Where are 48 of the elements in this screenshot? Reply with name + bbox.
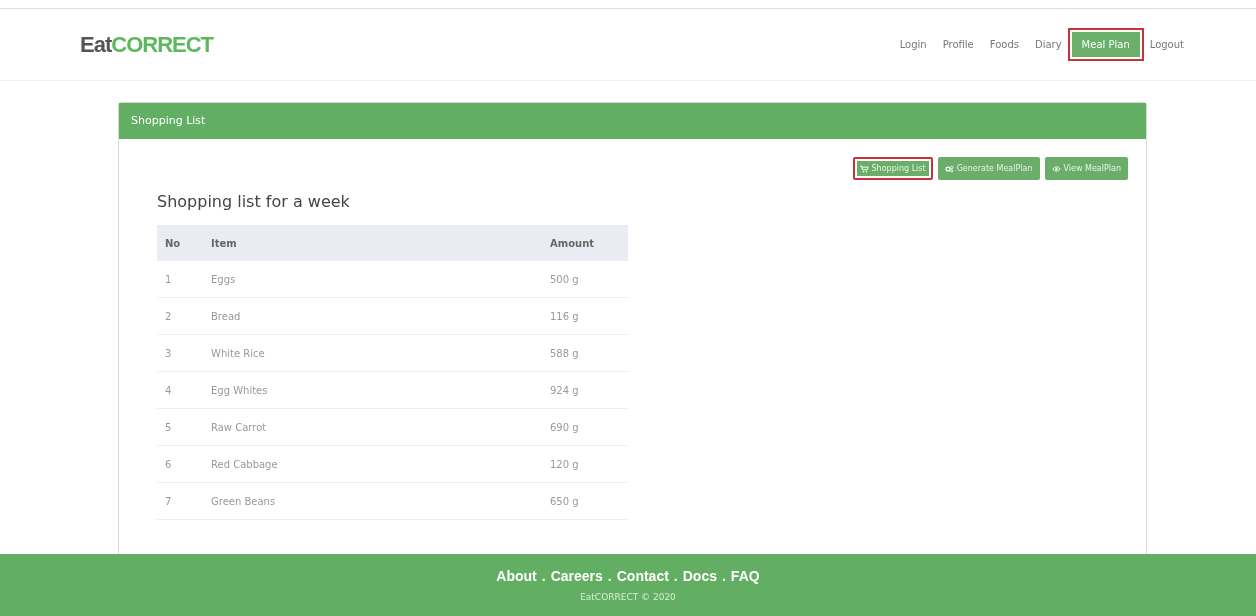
footer-link[interactable]: Contact: [616, 567, 669, 584]
table-cell: Green Beans: [203, 482, 542, 520]
table-cell: 924 g: [542, 371, 628, 409]
table-cell: 2: [157, 297, 203, 335]
nav-link[interactable]: Login: [893, 31, 933, 58]
cart-icon: [859, 164, 869, 173]
copyright-text: EatCORRECT © 2020: [580, 591, 676, 602]
logo-link[interactable]: EatCORRECT: [80, 31, 214, 58]
separator-dot: .: [607, 567, 612, 584]
column-header: No: [157, 225, 203, 261]
table-cell: 1: [157, 261, 203, 298]
table-cell: Raw Carrot: [203, 408, 542, 446]
table-cell: 3: [157, 334, 203, 372]
table-cell: 690 g: [542, 408, 628, 446]
table-cell: Eggs: [203, 261, 542, 298]
table-cell: 650 g: [542, 482, 628, 520]
separator-dot: .: [721, 567, 726, 584]
action-button[interactable]: View MealPlan: [1044, 157, 1128, 180]
section-heading: Shopping list for a week: [157, 192, 351, 211]
separator-dot: .: [541, 567, 546, 584]
footer-link[interactable]: Docs: [682, 567, 717, 584]
separator-dot: .: [673, 567, 678, 584]
action-button[interactable]: Shopping List: [852, 157, 933, 180]
nav-link[interactable]: Foods: [983, 31, 1025, 58]
footer-link[interactable]: Careers: [550, 567, 603, 584]
table-cell: 588 g: [542, 334, 628, 372]
gears-icon: [944, 164, 954, 173]
table-cell: White Rice: [203, 334, 542, 372]
footer-link[interactable]: About: [496, 567, 537, 584]
nav-link[interactable]: Logout: [1143, 31, 1190, 58]
table-cell: 116 g: [542, 297, 628, 335]
table-cell: 500 g: [542, 261, 628, 298]
table-cell: Red Cabbage: [203, 445, 542, 483]
table-cell: 120 g: [542, 445, 628, 483]
column-header: Item: [203, 225, 542, 261]
table-cell: Bread: [203, 297, 542, 335]
table-cell: 6: [157, 445, 203, 483]
eye-icon: [1051, 164, 1061, 173]
action-button[interactable]: Generate MealPlan: [937, 157, 1040, 180]
nav-link[interactable]: Diary: [1028, 31, 1068, 58]
table-cell: Egg Whites: [203, 371, 542, 409]
column-header: Amount: [542, 225, 628, 261]
table-cell: 5: [157, 408, 203, 446]
table-cell: 4: [157, 371, 203, 409]
footer-link[interactable]: FAQ: [730, 567, 760, 584]
table-cell: 7: [157, 482, 203, 520]
panel-title: Shopping List: [131, 114, 206, 127]
nav-link[interactable]: Profile: [936, 31, 980, 58]
